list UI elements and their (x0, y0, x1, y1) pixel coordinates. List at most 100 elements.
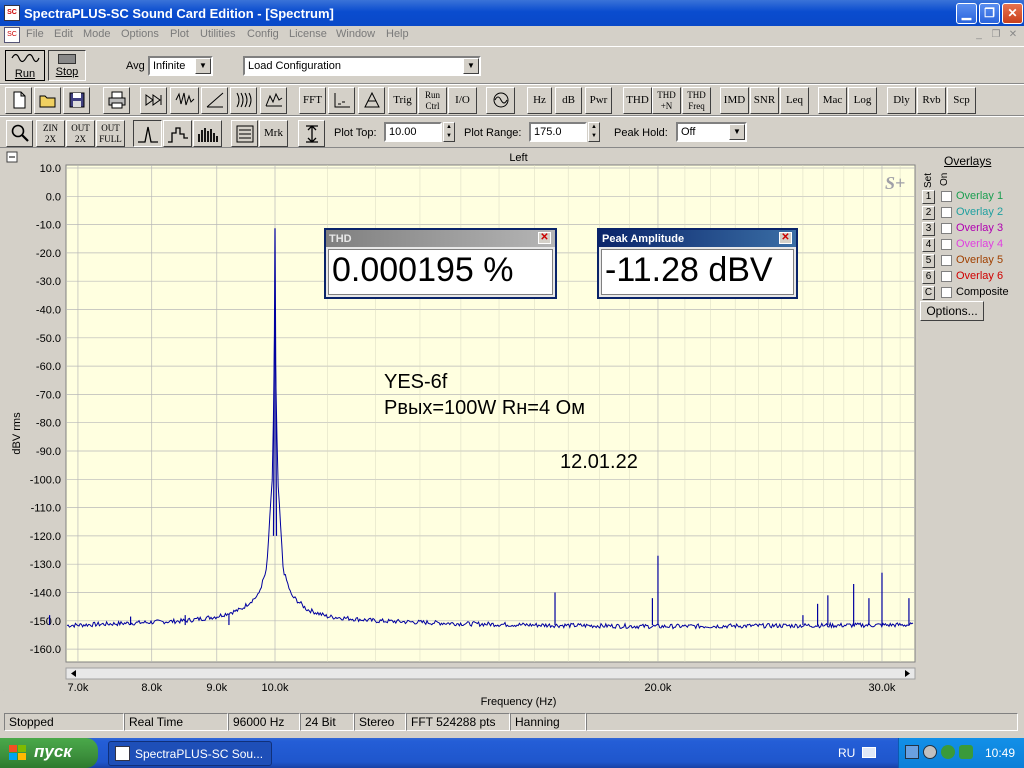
overlay-set-button[interactable]: C (922, 286, 935, 300)
reverb-button[interactable]: Rvb (917, 87, 946, 114)
close-icon[interactable]: ✕ (538, 232, 551, 244)
stop-button[interactable]: Stop (48, 50, 86, 81)
snr-button[interactable]: SNR (750, 87, 779, 114)
keyboard-icon[interactable] (862, 747, 876, 758)
plot-range-input[interactable]: 175.0 (529, 122, 587, 142)
level-meter-button[interactable] (328, 87, 355, 114)
trigger-button[interactable]: Trig (388, 87, 417, 114)
overlay-on-checkbox[interactable] (941, 223, 952, 234)
mac-button[interactable]: Mac (818, 87, 847, 114)
3d-surface-button[interactable] (260, 87, 287, 114)
overlay-on-checkbox[interactable] (941, 191, 952, 202)
menu-file[interactable]: File (26, 28, 44, 40)
overlay-on-checkbox[interactable] (941, 271, 952, 282)
mdi-minimize-button[interactable]: _ (972, 29, 986, 42)
io-button[interactable]: I/O (448, 87, 477, 114)
run-button[interactable]: Run (5, 50, 45, 81)
new-button[interactable] (5, 87, 32, 114)
imd-button[interactable]: IMD (720, 87, 749, 114)
language-indicator[interactable]: RU (838, 746, 855, 760)
channel-layout-button[interactable] (231, 120, 258, 147)
zoom-in-2x-button[interactable]: ZIN 2X (36, 120, 65, 147)
taskbar-item-spectraplus[interactable]: SpectraPLUS-SC Sou... (108, 741, 272, 766)
device-icon[interactable] (959, 745, 973, 759)
plot-top-input[interactable]: 10.00 (384, 122, 442, 142)
bar-plot-button[interactable] (193, 120, 222, 147)
thd-n-button[interactable]: THD +N (652, 87, 681, 114)
speaker-icon[interactable] (923, 745, 937, 759)
overlay-set-button[interactable]: 6 (922, 270, 935, 284)
menu-window[interactable]: Window (336, 28, 375, 40)
overlay-set-button[interactable]: 4 (922, 238, 935, 252)
overlay-on-checkbox[interactable] (941, 239, 952, 250)
scope-button[interactable] (486, 87, 515, 114)
avg-select[interactable]: Infinite ▼ (148, 56, 213, 76)
open-button[interactable] (34, 87, 61, 114)
document-icon[interactable]: SC (4, 27, 20, 43)
db-button[interactable]: dB (555, 87, 582, 114)
overlay-set-button[interactable]: 1 (922, 190, 935, 204)
plot-top-spinner[interactable]: ▲ ▼ (443, 122, 455, 142)
close-icon[interactable]: ✕ (779, 232, 792, 244)
zoom-full-button[interactable]: OUT FULL (96, 120, 125, 147)
load-configuration-select[interactable]: Load Configuration ▼ (243, 56, 481, 76)
overlay-set-button[interactable]: 2 (922, 206, 935, 220)
peak-amplitude-meter-window[interactable]: Peak Amplitude ✕ -11.28 dBV (597, 228, 798, 299)
close-button[interactable]: ✕ (1002, 3, 1023, 24)
menu-options[interactable]: Options (121, 28, 159, 40)
menu-help[interactable]: Help (386, 28, 409, 40)
delay-button[interactable]: Dly (887, 87, 916, 114)
menu-license[interactable]: License (289, 28, 327, 40)
spectrogram-button[interactable] (230, 87, 257, 114)
network-icon[interactable] (905, 745, 919, 759)
menu-config[interactable]: Config (247, 28, 279, 40)
marker-button[interactable]: Mrk (259, 120, 288, 147)
horizontal-scrollbar[interactable] (65, 667, 916, 680)
leq-button[interactable]: Leq (780, 87, 809, 114)
status-sample-rate: 96000 Hz (228, 713, 300, 731)
save-button[interactable] (63, 87, 90, 114)
menu-edit[interactable]: Edit (54, 28, 73, 40)
menu-utilities[interactable]: Utilities (200, 28, 235, 40)
run-control-button-line1: Run (424, 90, 440, 100)
mdi-restore-button[interactable]: ❐ (989, 29, 1003, 42)
overlay-on-checkbox[interactable] (941, 207, 952, 218)
print-button[interactable] (103, 87, 130, 114)
y-tick-label: -10.0 (36, 220, 61, 232)
restore-button[interactable]: ❐ (979, 3, 1000, 24)
peak-hold-select[interactable]: Off ▼ (676, 122, 747, 142)
step-plot-button[interactable] (163, 120, 192, 147)
line-plot-button[interactable] (133, 120, 162, 147)
zoom-icon[interactable] (6, 120, 33, 147)
zoom-out-2x-button[interactable]: OUT 2X (66, 120, 95, 147)
overlay-on-checkbox[interactable] (941, 255, 952, 266)
waveform-button[interactable] (170, 87, 199, 114)
taskbar-item-label: SpectraPLUS-SC Sou... (135, 747, 264, 761)
autoscale-button[interactable] (298, 120, 325, 147)
overlay-on-checkbox[interactable] (941, 287, 952, 298)
power-button[interactable]: Pwr (585, 87, 612, 114)
overlay-set-button[interactable]: 3 (922, 222, 935, 236)
overlay-set-button[interactable]: 5 (922, 254, 935, 268)
thd-n-button-line2: +N (660, 101, 673, 111)
run-control-button[interactable]: Run Ctrl (418, 87, 447, 114)
thd-button[interactable]: THD (623, 87, 652, 114)
plot-range-spinner[interactable]: ▲ ▼ (588, 122, 600, 142)
overlay-options-button[interactable]: Options... (920, 301, 984, 321)
menu-plot[interactable]: Plot (170, 28, 189, 40)
thd-freq-button[interactable]: THD Freq (682, 87, 711, 114)
menu-mode[interactable]: Mode (83, 28, 111, 40)
cone-button[interactable] (358, 87, 385, 114)
log-button[interactable]: Log (848, 87, 877, 114)
mdi-close-button[interactable]: ✕ (1006, 29, 1020, 42)
thd-meter-window[interactable]: THD ✕ 0.000195 % (324, 228, 557, 299)
app-icon[interactable]: SC (4, 5, 20, 21)
fft-button[interactable]: FFT (299, 87, 326, 114)
hz-button[interactable]: Hz (527, 87, 552, 114)
security-icon[interactable] (941, 745, 955, 759)
start-button[interactable]: пуск (0, 738, 98, 768)
ramp-button[interactable] (201, 87, 228, 114)
minimize-button[interactable]: ▁ (956, 3, 977, 24)
scope-button[interactable]: Scp (947, 87, 976, 114)
fast-forward-button[interactable] (140, 87, 167, 114)
